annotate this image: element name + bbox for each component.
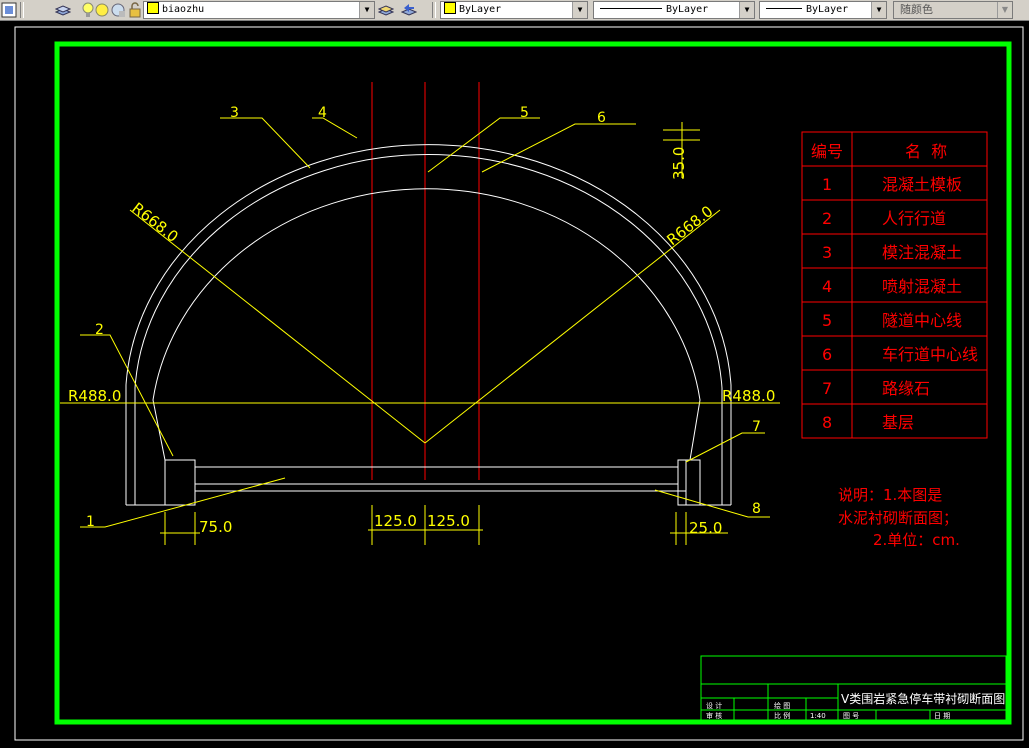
tb-review: 审 核 — [706, 711, 722, 720]
tb-scale-value: 1:40 — [810, 712, 826, 720]
note-line-2: 水泥衬砌断面图； — [838, 509, 958, 527]
chevron-down-icon[interactable]: ▼ — [997, 2, 1012, 18]
drawing-title: V类围岩紧急停车带衬砌断面图 — [841, 691, 1005, 706]
legend-row-number: 3 — [822, 243, 832, 262]
legend-table: 编号 名 称 1 混凝土模板 2 人行行道 3 模注混凝土 4 喷射混凝土 5 隧道中心线 6 车行道… — [801, 131, 988, 439]
legend-row-name: 路缘石 — [882, 379, 930, 398]
callout-3: 3 — [230, 105, 239, 121]
make-current-layer-icon[interactable] — [377, 2, 395, 18]
callout-8: 8 — [752, 501, 761, 517]
properties-toolbar: biaozhu ▼ ByLayer ▼ ByLayer ▼ ByLayer ▼ … — [0, 0, 1029, 21]
chevron-down-icon[interactable]: ▼ — [572, 2, 587, 18]
legend-row-name: 隧道中心线 — [882, 311, 962, 330]
legend-row-number: 2 — [822, 209, 832, 228]
lineweight-value: ByLayer — [806, 4, 849, 15]
dim-125-left: 125.0 — [374, 512, 417, 530]
tb-scale-label: 比 例 — [774, 711, 790, 720]
sun-freeze-icon[interactable] — [94, 2, 110, 18]
legend-row-name: 模注混凝土 — [882, 243, 962, 262]
toolbar-separator — [432, 2, 436, 18]
legend-row-number: 4 — [822, 277, 832, 296]
legend-row-number: 6 — [822, 345, 832, 364]
lock-icon[interactable] — [127, 2, 143, 18]
sidewalk-left — [164, 459, 196, 506]
dim-r668-right: R668.0 — [663, 202, 716, 249]
layer-manager-icon[interactable] — [54, 2, 72, 18]
tunnel-outline — [125, 144, 732, 506]
color-swatch — [444, 2, 456, 14]
callout-5: 5 — [520, 105, 529, 121]
dim-r488-left: R488.0 — [68, 387, 121, 405]
legend-header-no: 编号 — [811, 142, 843, 161]
callout-4: 4 — [318, 105, 327, 121]
color-value: ByLayer — [459, 4, 502, 15]
tb-date: 日 期 — [934, 712, 950, 720]
note-line-3: 2.单位：cm. — [873, 531, 960, 549]
dim-35: 35.0 — [670, 147, 688, 180]
dimension-labels: R668.0 R668.0 R488.0 R488.0 35.0 75.0 12… — [68, 147, 775, 537]
callout-2: 2 — [95, 322, 104, 338]
tb-drawn: 绘 图 — [774, 701, 790, 710]
callout-1: 1 — [86, 514, 95, 530]
linetype-select[interactable]: ByLayer ▼ — [593, 1, 755, 19]
center-lines — [371, 82, 480, 480]
legend-header-name: 名 称 — [905, 142, 947, 161]
dim-75: 75.0 — [199, 518, 232, 536]
inner-lining — [152, 188, 701, 461]
plotstyle-value: 随颜色 — [900, 3, 933, 16]
linetype-value: ByLayer — [666, 4, 709, 15]
toolbar-separator — [20, 2, 24, 18]
layer-name-value: biaozhu — [162, 4, 205, 15]
callout-7: 7 — [752, 419, 761, 435]
layer-select[interactable]: biaozhu ▼ — [143, 1, 375, 19]
middle-lining — [134, 154, 723, 505]
chevron-down-icon[interactable]: ▼ — [739, 2, 754, 18]
drawing-canvas[interactable]: 1 2 3 4 5 6 7 8 R668.0 R668.0 R488.0 R48… — [0, 20, 1029, 748]
legend-row-name: 基层 — [882, 413, 914, 432]
viewport-freeze-icon[interactable] — [110, 2, 126, 18]
plotstyle-select[interactable]: 随颜色 ▼ — [893, 1, 1013, 19]
legend-row-number: 8 — [822, 413, 832, 432]
chevron-down-icon[interactable]: ▼ — [359, 2, 374, 18]
legend-row-number: 5 — [822, 311, 832, 330]
legend-row-name: 喷射混凝土 — [882, 277, 962, 296]
legend-row-name: 人行行道 — [882, 209, 946, 228]
layer-state-icon[interactable] — [1, 2, 17, 18]
callout-6: 6 — [597, 110, 606, 126]
layer-previous-icon[interactable] — [400, 2, 418, 18]
legend-row-number: 7 — [822, 379, 832, 398]
lineweight-preview — [766, 7, 802, 9]
legend-row-name: 混凝土模板 — [882, 175, 962, 194]
title-block: V类围岩紧急停车带衬砌断面图 设 计 绘 图 审 核 比 例 1:40 图 号 … — [700, 655, 1007, 721]
legend-row-name: 车行道中心线 — [882, 345, 978, 364]
sheet-border — [14, 26, 1024, 741]
tb-drawing-no: 图 号 — [843, 712, 859, 720]
chevron-down-icon[interactable]: ▼ — [871, 2, 886, 18]
legend-row-number: 1 — [822, 175, 832, 194]
dim-r668-left: R668.0 — [129, 199, 182, 246]
tb-design: 设 计 — [706, 701, 722, 710]
dim-125-right: 125.0 — [427, 512, 470, 530]
linetype-preview — [600, 7, 662, 9]
note-line-1: 说明：1.本图是 — [838, 486, 942, 504]
dim-25: 25.0 — [689, 519, 722, 537]
notes: 说明：1.本图是 水泥衬砌断面图； 2.单位：cm. — [838, 486, 960, 549]
dimension-lines — [60, 117, 780, 545]
callout-labels: 1 2 3 4 5 6 7 8 — [86, 105, 761, 530]
color-select[interactable]: ByLayer ▼ — [440, 1, 588, 19]
sidewalk-right — [685, 459, 701, 506]
r668-left-dim-line — [129, 209, 426, 444]
dim-r488-right: R488.0 — [722, 387, 775, 405]
lineweight-select[interactable]: ByLayer ▼ — [759, 1, 887, 19]
outer-lining — [125, 144, 732, 505]
layer-color-swatch — [147, 2, 159, 14]
